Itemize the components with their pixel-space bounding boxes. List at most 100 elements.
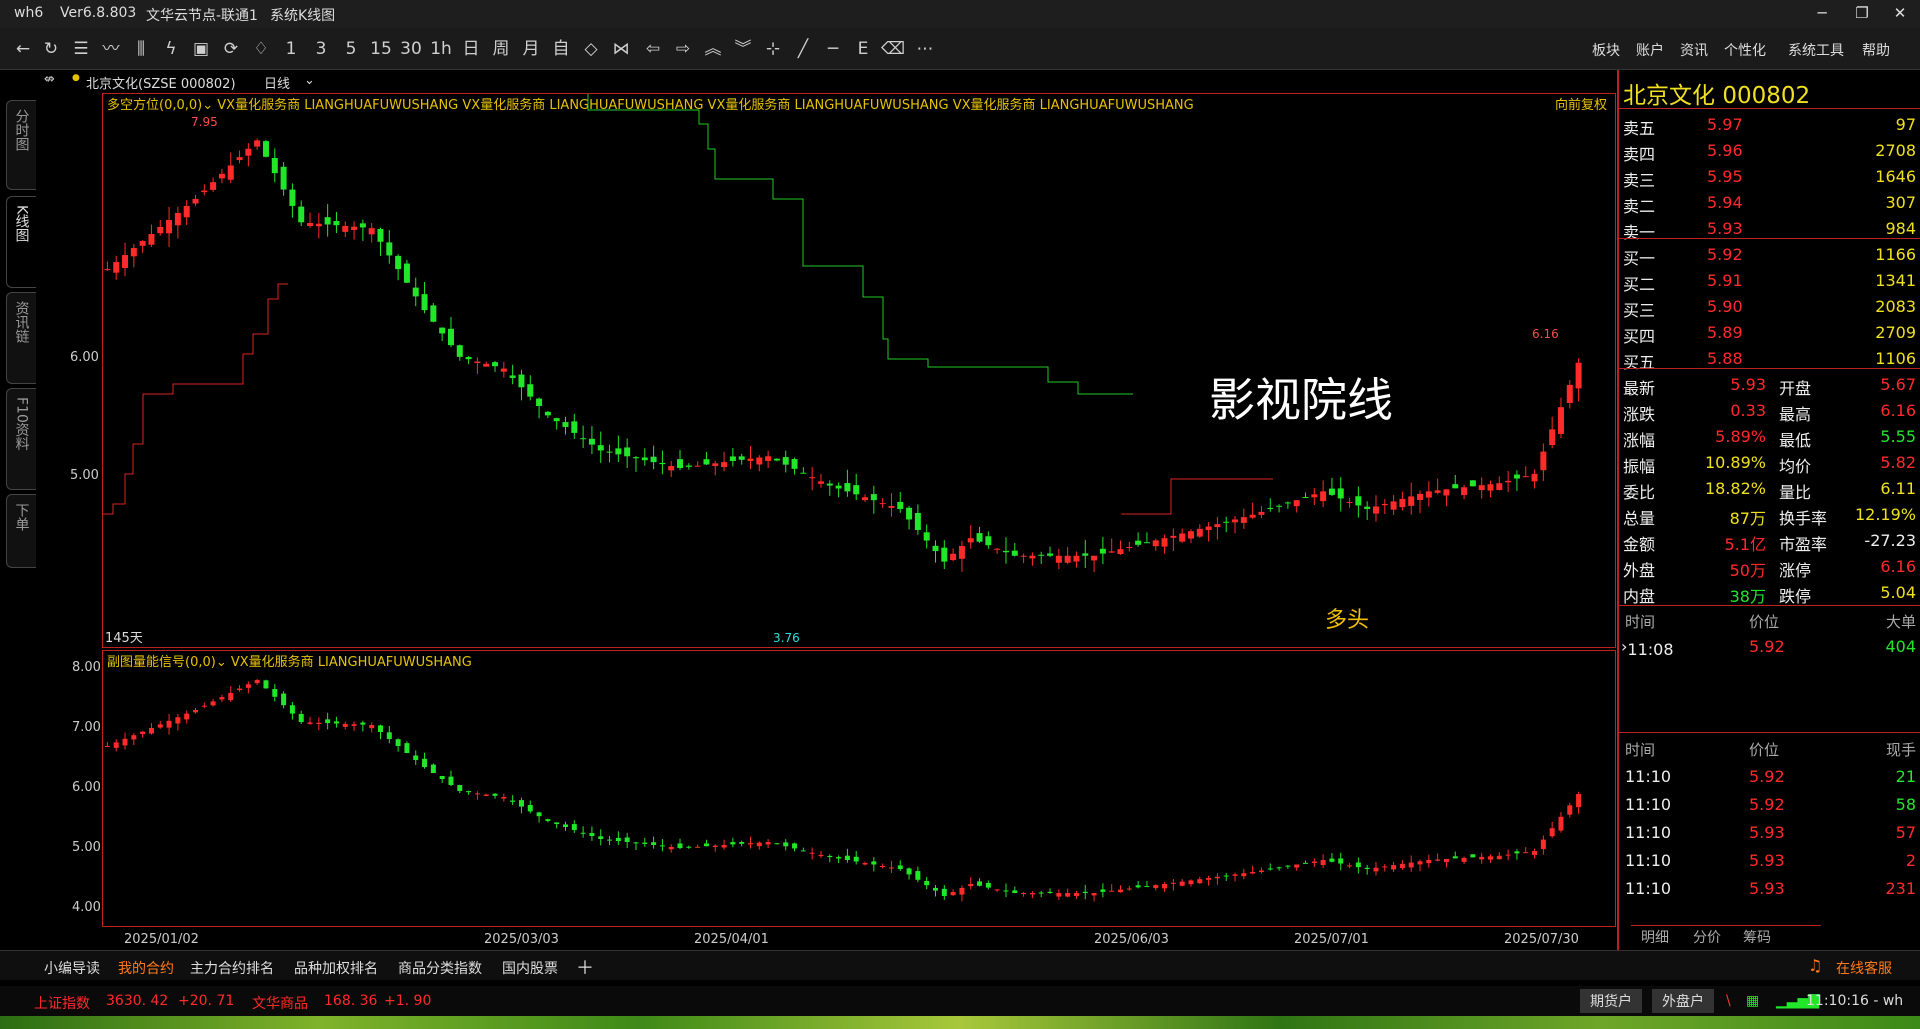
candle-body (1135, 885, 1141, 888)
expand-icon[interactable]: ◇ (578, 38, 604, 60)
flash-icon[interactable]: ϟ (158, 38, 184, 60)
menu-sector[interactable]: 板块 (1592, 40, 1620, 60)
eraser-icon[interactable]: ⌫ (880, 38, 906, 60)
arrow-left-icon[interactable]: ⇦ (640, 38, 666, 60)
menu-news[interactable]: 资讯 (1680, 40, 1708, 60)
refresh-icon[interactable]: ↻ (38, 38, 64, 60)
tab-weighted-rank[interactable]: 品种加权排名 (294, 958, 378, 978)
period-day[interactable]: 日 (458, 38, 484, 60)
stat-label: 最新 (1623, 379, 1656, 398)
keyboard-icon[interactable]: ▦ (1746, 993, 1759, 1009)
bid-row-vol: 2709 (1875, 323, 1916, 342)
symbol-name[interactable]: 北京文化(SZSE 000802) (86, 73, 236, 92)
period-1h[interactable]: 1h (428, 38, 454, 60)
close-icon[interactable]: ✕ (1888, 4, 1912, 24)
tab-kline[interactable]: K线图 (6, 196, 36, 288)
crosshair-icon[interactable]: ⊹ (760, 38, 786, 60)
period-15[interactable]: 15 (368, 38, 394, 60)
candle-body (1285, 865, 1291, 867)
more-icon[interactable]: ⋯ (912, 38, 938, 60)
draw-line-icon[interactable]: ╱ (790, 38, 816, 60)
main-chart-panel[interactable]: 多空方位(0,0,0)⌄ VX量化服务商 LIANGHUAFUWUSHANG V… (102, 93, 1616, 648)
foreign-account-button[interactable]: 外盘户 (1652, 989, 1714, 1013)
stat-value: 5.67 (1880, 375, 1916, 394)
ask-row-price: 5.94 (1707, 193, 1743, 212)
period-month[interactable]: 月 (518, 38, 544, 60)
restore-icon[interactable]: ❐ (1850, 4, 1874, 24)
line-chart-icon[interactable]: 〰 (98, 38, 124, 60)
tab-timeshare[interactable]: 分时图 (6, 100, 36, 190)
stat-label: 最低 (1779, 431, 1812, 450)
tab-commodity-index[interactable]: 商品分类指数 (398, 958, 482, 978)
add-tab-icon[interactable]: ＋ (576, 954, 594, 980)
menu-help[interactable]: 帮助 (1862, 40, 1890, 60)
candle-body (712, 463, 719, 467)
candle-body (597, 445, 604, 451)
shrink-icon[interactable]: ⋈ (608, 38, 634, 60)
candle-body (906, 868, 912, 875)
candle-body (228, 692, 234, 701)
chevron-up-icon[interactable]: ︽ (700, 38, 726, 60)
tab-price-dist[interactable]: 分价 (1693, 927, 1721, 947)
candle-body (607, 839, 613, 841)
tab-domestic-stocks[interactable]: 国内股票 (502, 958, 558, 978)
headset-icon[interactable]: ♫ (1808, 956, 1822, 975)
chevron-down-icon[interactable]: ︾ (730, 38, 756, 60)
status-bar: 上证指数 3630. 42 +20. 71 文华商品 168. 36 +1. 9… (0, 986, 1920, 1016)
candle-body (571, 824, 577, 830)
minimize-icon[interactable]: ─ (1810, 4, 1834, 24)
candle-body (791, 459, 798, 469)
xtick: 2025/04/01 (694, 932, 769, 947)
candle-body (580, 832, 586, 834)
candle-body (527, 805, 533, 812)
back-icon[interactable]: ← (10, 38, 36, 60)
tab-detail[interactable]: 明细 (1641, 927, 1669, 947)
candle-body (1284, 502, 1291, 504)
candle-body (1372, 506, 1379, 514)
link-icon[interactable]: ⇎ (44, 72, 55, 87)
tab-news-chain[interactable]: 资讯链 (6, 292, 36, 384)
kline-box-icon[interactable]: ▣ (188, 38, 214, 60)
candle-body (703, 843, 709, 847)
period-week[interactable]: 周 (488, 38, 514, 60)
arrow-right-icon[interactable]: ⇨ (670, 38, 696, 60)
list-icon[interactable]: ☰ (68, 38, 94, 60)
futures-account-button[interactable]: 期货户 (1580, 989, 1642, 1013)
menu-personal[interactable]: 个性化 (1724, 40, 1766, 60)
hline-icon[interactable]: ─ (820, 38, 846, 60)
candle-body (651, 842, 657, 845)
stat-value: 5.04 (1880, 583, 1916, 602)
candle-body (1435, 859, 1441, 861)
bell-icon[interactable]: ♢ (248, 38, 274, 60)
candle-body (342, 225, 349, 232)
tab-order[interactable]: 下单 (6, 494, 36, 568)
period-custom[interactable]: 自 (548, 38, 574, 60)
candle-body (1240, 517, 1247, 523)
tab-my-contracts[interactable]: 我的合约 (118, 958, 174, 978)
candle-body (1152, 540, 1159, 547)
sub-chart-panel[interactable]: 副图量能信号(0,0)⌄ VX量化服务商 LIANGHUAFUWUSHANG (102, 650, 1616, 927)
chevron-down-icon[interactable]: ⌄ (304, 73, 315, 88)
online-service[interactable]: 在线客服 (1836, 958, 1892, 978)
candle-icon[interactable]: ⫼ (128, 38, 154, 60)
candle-body (1064, 555, 1071, 563)
menu-tools[interactable]: 系统工具 (1788, 40, 1844, 60)
fib-icon[interactable]: Ε (850, 38, 876, 60)
menu-account[interactable]: 账户 (1636, 40, 1664, 60)
candle-body (1566, 384, 1573, 403)
period-1[interactable]: 1 (278, 38, 304, 60)
tab-chips[interactable]: 筹码 (1743, 927, 1771, 947)
candle-body (1241, 873, 1247, 877)
candle-body (729, 456, 736, 461)
ask-row-vol: 1646 (1875, 167, 1916, 186)
period-select[interactable]: 日线 (264, 73, 290, 92)
tab-editor-guide[interactable]: 小编导读 (44, 958, 100, 978)
period-3[interactable]: 3 (308, 38, 334, 60)
tab-main-rank[interactable]: 主力合约排名 (190, 958, 274, 978)
bid-row-price: 5.89 (1707, 323, 1743, 342)
big-col-time: 时间 (1625, 613, 1656, 631)
period-5[interactable]: 5 (338, 38, 364, 60)
period-30[interactable]: 30 (398, 38, 424, 60)
tab-f10[interactable]: F10资料 (6, 388, 36, 490)
cycle-icon[interactable]: ⟳ (218, 38, 244, 60)
